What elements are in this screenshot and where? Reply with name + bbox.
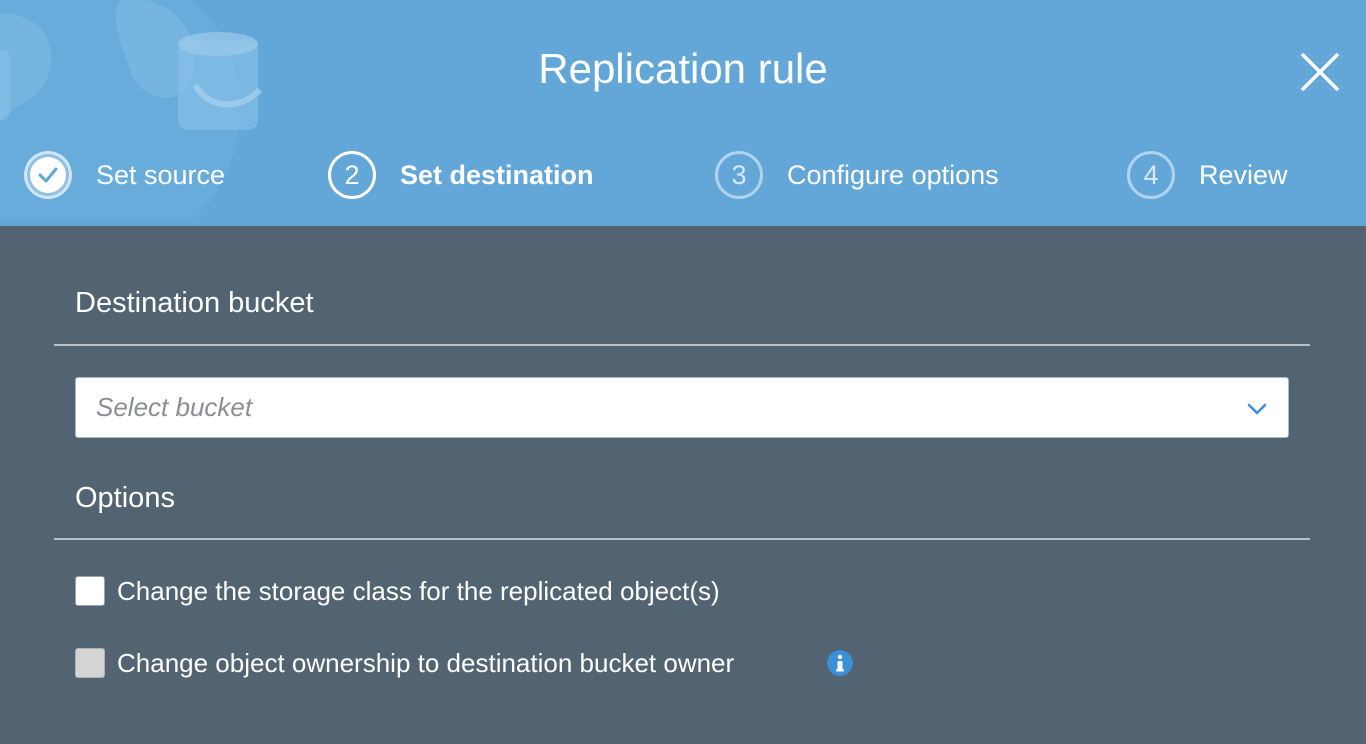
modal-header: Replication rule Set source 2 Set destin… <box>0 0 1366 226</box>
step-3-indicator: 3 <box>715 151 763 199</box>
page-title: Replication rule <box>538 45 828 92</box>
storage-class-label: Change the storage class for the replica… <box>117 575 720 606</box>
options-divider <box>54 538 1310 540</box>
options-section-title: Options <box>75 482 175 514</box>
step-3-label: Configure options <box>787 159 999 190</box>
object-ownership-checkbox <box>75 648 105 678</box>
step-4-indicator: 4 <box>1127 151 1175 199</box>
option-object-ownership: Change object ownership to destination b… <box>75 647 734 679</box>
chevron-down-icon <box>1247 403 1267 415</box>
wizard-step-set-source[interactable]: Set source <box>24 148 225 202</box>
destination-divider <box>54 344 1310 346</box>
step-1-label: Set source <box>96 159 226 190</box>
close-icon[interactable] <box>1296 48 1344 96</box>
step-2-label: Set destination <box>400 159 594 190</box>
wizard-step-review[interactable]: 4 Review <box>1127 148 1288 202</box>
object-ownership-label: Change object ownership to destination b… <box>117 647 735 678</box>
bucket-select-placeholder: Select bucket <box>96 392 253 422</box>
destination-section-title: Destination bucket <box>75 287 314 319</box>
step-2-indicator: 2 <box>328 151 376 199</box>
step-1-indicator <box>24 151 72 199</box>
wizard-step-set-destination[interactable]: 2 Set destination <box>328 148 594 202</box>
option-storage-class[interactable]: Change the storage class for the replica… <box>75 575 720 607</box>
step-4-label: Review <box>1199 159 1288 190</box>
info-icon[interactable] <box>826 649 854 677</box>
wizard-step-configure-options[interactable]: 3 Configure options <box>715 148 999 202</box>
bucket-select[interactable]: Select bucket <box>75 377 1289 438</box>
checkmark-icon <box>38 167 58 183</box>
storage-class-checkbox[interactable] <box>75 576 105 606</box>
